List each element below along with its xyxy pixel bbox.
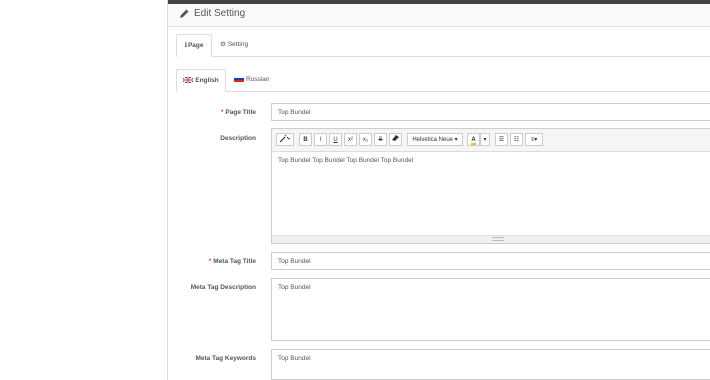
caret-down-icon: ▾: [483, 137, 487, 143]
tab-russian[interactable]: Russian: [234, 69, 278, 90]
pencil-icon: [180, 9, 189, 18]
color-dropdown[interactable]: ▾: [480, 133, 490, 146]
description-editor[interactable]: B I U x² x₂ S Helvetica Neue ▾ A ▾ ☰ ☷ ≡…: [271, 128, 710, 244]
list-ul-icon: ☰: [498, 137, 505, 143]
font-family-dropdown[interactable]: Helvetica Neue ▾: [407, 133, 463, 146]
tab-page-label: Page: [187, 42, 204, 49]
panel-heading: Edit Setting: [168, 4, 710, 27]
tab-english-label: English: [195, 77, 219, 84]
page-title-label: * Page Title: [168, 109, 256, 116]
tab-setting[interactable]: ⚙ Setting: [220, 34, 260, 55]
meta-description-label: Meta Tag Description: [190, 284, 256, 291]
text-color-label: A: [471, 137, 476, 145]
tab-setting-label: Setting: [227, 41, 249, 48]
list-ol-icon: ☷: [513, 137, 520, 143]
paragraph-align-dropdown[interactable]: ≡▾: [525, 133, 543, 146]
tab-page[interactable]: ℹPage: [176, 34, 212, 57]
tab-english[interactable]: English: [176, 69, 226, 92]
russia-flag-icon: [234, 76, 244, 82]
subscript-button[interactable]: x₂: [359, 133, 372, 146]
panel-title: Edit Setting: [194, 8, 246, 19]
eraser-icon: [392, 135, 399, 141]
required-marker: *: [208, 258, 212, 265]
caret-down-icon: ▾: [534, 137, 538, 143]
superscript-button[interactable]: x²: [344, 133, 357, 146]
description-label: Description: [220, 135, 256, 142]
language-tabs: English Russian: [176, 69, 710, 92]
meta-description-textarea[interactable]: Top Bundel: [271, 278, 710, 341]
editor-toolbar: B I U x² x₂ S Helvetica Neue ▾ A ▾ ☰ ☷ ≡…: [272, 129, 710, 152]
editor-content[interactable]: Top Bundel Top Bundel Top Bundel Top Bun…: [278, 157, 413, 164]
page-title-label-text: Page Title: [225, 109, 256, 116]
resize-grip-icon[interactable]: [492, 237, 504, 241]
editor-resize-bar[interactable]: [272, 235, 710, 243]
meta-title-label: * Meta Tag Title: [168, 258, 256, 265]
info-icon: ℹ: [184, 42, 187, 49]
edit-setting-panel: Edit Setting ℹPage ⚙ Setting English Russ…: [167, 0, 710, 380]
style-button[interactable]: [276, 133, 294, 146]
underline-button[interactable]: U: [329, 133, 342, 146]
meta-keywords-textarea[interactable]: Top Bundel: [271, 349, 710, 380]
bold-button[interactable]: B: [299, 133, 312, 146]
gear-icon: ⚙: [220, 41, 226, 48]
section-tabs: ℹPage ⚙ Setting: [176, 34, 710, 57]
meta-title-input[interactable]: Top Bundel: [271, 252, 710, 270]
required-marker: *: [220, 109, 224, 116]
font-family-value: Helvetica Neue: [412, 137, 453, 143]
meta-title-label-text: Meta Tag Title: [213, 258, 256, 265]
caret-down-icon: ▾: [453, 137, 458, 143]
uk-flag-icon: [183, 77, 194, 83]
eraser-button[interactable]: [389, 133, 402, 146]
meta-keywords-label: Meta Tag Keywords: [195, 355, 256, 362]
strikethrough-button[interactable]: S: [374, 133, 387, 146]
page-title-input[interactable]: Top Bundel: [271, 103, 710, 121]
italic-button[interactable]: I: [314, 133, 327, 146]
unordered-list-button[interactable]: ☰: [495, 133, 508, 146]
magic-style-icon: [279, 134, 290, 143]
ordered-list-button[interactable]: ☷: [510, 133, 523, 146]
tab-russian-label: Russian: [246, 76, 270, 83]
text-color-button[interactable]: A: [467, 133, 480, 146]
